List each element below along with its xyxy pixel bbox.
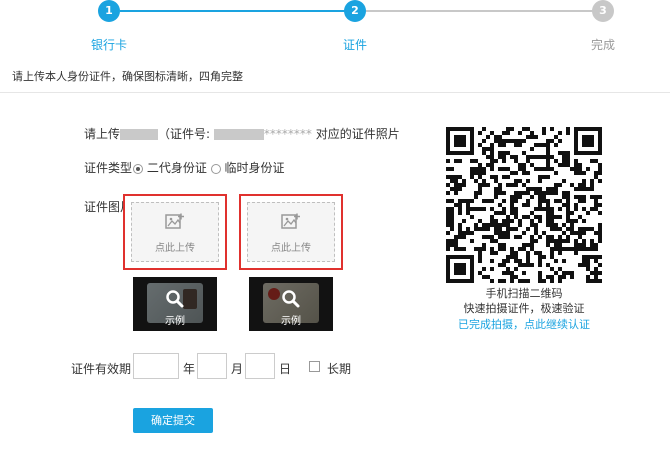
- year-input[interactable]: [133, 353, 179, 379]
- step-1-circle: 1: [98, 0, 120, 22]
- radio-label: 二代身份证: [146, 161, 207, 175]
- step-3-label: 完成: [591, 38, 616, 52]
- redacted-name: [120, 129, 159, 140]
- radio-label: 临时身份证: [224, 161, 285, 175]
- step-connector-2: [366, 10, 594, 12]
- redacted-id: [213, 129, 264, 140]
- doc-type-label: 证件类型: [84, 161, 133, 175]
- sample-back-thumbnail[interactable]: 示例: [249, 277, 333, 331]
- step-connector-1: [120, 10, 348, 12]
- step-2-circle: 2: [344, 0, 366, 22]
- validity-label: 证件有效期: [71, 362, 132, 376]
- prompt-prefix: 请上传: [84, 127, 121, 141]
- sample-front-thumbnail[interactable]: 示例: [133, 277, 217, 331]
- doc-type-options: 二代身份证 临时身份证: [133, 159, 285, 176]
- qr-code-icon: [446, 127, 602, 283]
- qr-caption-2: 快速拍摄证件，极速验证: [463, 302, 585, 315]
- magnifier-icon: [282, 290, 300, 308]
- long-term-label: 长期: [327, 362, 352, 376]
- prompt-suffix: 对应的证件照片: [315, 127, 400, 141]
- radio-button[interactable]: [133, 163, 143, 174]
- prompt-id-partial: ********: [263, 127, 312, 141]
- prompt-mid: （证件号:: [158, 127, 211, 141]
- long-term-checkbox[interactable]: [309, 361, 320, 372]
- step-3-circle: 3: [592, 0, 614, 22]
- upload-dropzone[interactable]: 点此上传: [131, 202, 219, 262]
- upload-dropzone[interactable]: 点此上传: [247, 202, 335, 262]
- sample-label: 示例: [165, 316, 185, 327]
- upload-front-button[interactable]: 点此上传: [123, 194, 227, 270]
- sample-label: 示例: [281, 316, 301, 327]
- month-input[interactable]: [197, 353, 227, 379]
- upload-back-button[interactable]: 点此上传: [239, 194, 343, 270]
- step-1-label: 银行卡: [91, 38, 128, 52]
- upload-text: 点此上传: [271, 243, 311, 254]
- day-unit: 日: [279, 362, 292, 376]
- image-upload-icon: [281, 213, 300, 229]
- year-unit: 年: [183, 362, 196, 376]
- month-unit: 月: [231, 362, 244, 376]
- qr-caption-1: 手机扫描二维码: [485, 287, 563, 300]
- day-input[interactable]: [245, 353, 275, 379]
- upload-text: 点此上传: [155, 243, 195, 254]
- submit-button[interactable]: 确定提交: [133, 408, 213, 433]
- magnifier-icon: [166, 290, 184, 308]
- step-2-label: 证件: [343, 38, 368, 52]
- divider: [0, 92, 670, 93]
- continue-verification-link[interactable]: 已完成拍摄，点此继续认证: [436, 316, 612, 332]
- radio-id-card-2nd[interactable]: 二代身份证: [133, 161, 211, 175]
- upload-prompt: 请上传 （证件号: ******** 对应的证件照片: [84, 125, 400, 142]
- radio-button[interactable]: [210, 163, 221, 174]
- upload-notice: 请上传本人身份证件，确保图标清晰，四角完整: [12, 70, 243, 83]
- radio-id-card-temp[interactable]: 临时身份证: [210, 161, 285, 175]
- image-upload-icon: [165, 213, 184, 229]
